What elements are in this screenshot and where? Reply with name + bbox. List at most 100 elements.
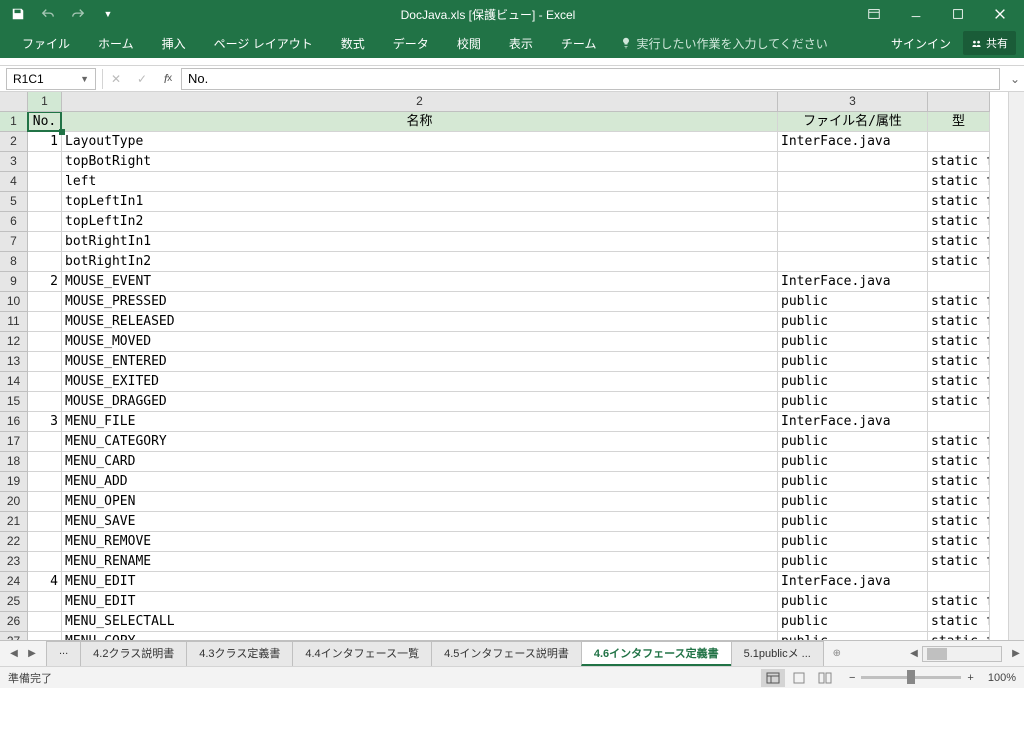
cell[interactable]: topLeftIn2 xyxy=(62,212,778,232)
cell[interactable] xyxy=(778,172,928,192)
cell[interactable] xyxy=(928,572,990,592)
maximize-icon[interactable] xyxy=(938,2,978,26)
cell[interactable] xyxy=(778,152,928,172)
column-headers[interactable]: 123 xyxy=(28,92,990,112)
cell[interactable]: MENU_SELECTALL xyxy=(62,612,778,632)
cell[interactable]: MOUSE_ENTERED xyxy=(62,352,778,372)
ribbon-tab[interactable]: ファイル xyxy=(8,35,84,52)
cell[interactable]: InterFace.java xyxy=(778,132,928,152)
row-header[interactable]: 27 xyxy=(0,632,27,640)
zoom-in-icon[interactable]: + xyxy=(967,672,973,684)
cell[interactable] xyxy=(28,152,62,172)
row-header[interactable]: 6 xyxy=(0,212,27,232)
row-header[interactable]: 2 xyxy=(0,132,27,152)
cell[interactable] xyxy=(28,632,62,640)
expand-formula-icon[interactable]: ⌄ xyxy=(1006,72,1024,86)
cell[interactable]: MENU_COPY xyxy=(62,632,778,640)
view-normal-icon[interactable] xyxy=(761,669,785,687)
cell[interactable]: MENU_REMOVE xyxy=(62,532,778,552)
cell[interactable]: public xyxy=(778,632,928,640)
cell[interactable] xyxy=(778,192,928,212)
view-page-layout-icon[interactable] xyxy=(787,669,811,687)
cell[interactable] xyxy=(28,352,62,372)
cell[interactable] xyxy=(28,612,62,632)
cell[interactable]: public xyxy=(778,392,928,412)
sheet-tab[interactable]: 4.3クラス定義書 xyxy=(186,641,293,666)
cell[interactable]: public xyxy=(778,592,928,612)
horizontal-scrollbar[interactable] xyxy=(922,646,1002,662)
row-header[interactable]: 18 xyxy=(0,452,27,472)
cell[interactable] xyxy=(28,512,62,532)
cell[interactable]: static f xyxy=(928,512,990,532)
cell[interactable]: public xyxy=(778,432,928,452)
ribbon-tab[interactable]: ページ レイアウト xyxy=(200,35,327,52)
vertical-scrollbar[interactable] xyxy=(1008,92,1024,640)
redo-icon[interactable] xyxy=(64,2,92,26)
header-cell[interactable]: 型 xyxy=(928,112,990,132)
cell[interactable] xyxy=(28,332,62,352)
row-header[interactable]: 16 xyxy=(0,412,27,432)
cell[interactable]: MENU_EDIT xyxy=(62,572,778,592)
cell[interactable]: MENU_ADD xyxy=(62,472,778,492)
cell[interactable]: public xyxy=(778,312,928,332)
cell[interactable]: MOUSE_PRESSED xyxy=(62,292,778,312)
cell[interactable] xyxy=(28,192,62,212)
cell[interactable]: static f xyxy=(928,452,990,472)
column-header[interactable] xyxy=(928,92,990,111)
cell[interactable]: static f xyxy=(928,312,990,332)
cell[interactable]: public xyxy=(778,512,928,532)
cell[interactable]: static f xyxy=(928,292,990,312)
undo-icon[interactable] xyxy=(34,2,62,26)
row-header[interactable]: 11 xyxy=(0,312,27,332)
column-header[interactable]: 1 xyxy=(28,92,62,111)
cell[interactable]: static f xyxy=(928,612,990,632)
cell[interactable]: 3 xyxy=(28,412,62,432)
row-header[interactable]: 5 xyxy=(0,192,27,212)
cell[interactable]: MENU_CARD xyxy=(62,452,778,472)
cell[interactable]: public xyxy=(778,492,928,512)
ribbon-tab[interactable]: ホーム xyxy=(84,35,148,52)
cell[interactable]: 2 xyxy=(28,272,62,292)
cell[interactable]: LayoutType xyxy=(62,132,778,152)
row-header[interactable]: 26 xyxy=(0,612,27,632)
ribbon-options-icon[interactable] xyxy=(854,2,894,26)
cell[interactable]: InterFace.java xyxy=(778,572,928,592)
ribbon-tab[interactable]: データ xyxy=(379,35,443,52)
cell[interactable]: MOUSE_MOVED xyxy=(62,332,778,352)
cell[interactable]: static f xyxy=(928,152,990,172)
cell[interactable]: topBotRight xyxy=(62,152,778,172)
cell[interactable]: static f xyxy=(928,252,990,272)
row-header[interactable]: 25 xyxy=(0,592,27,612)
column-header[interactable]: 2 xyxy=(62,92,778,111)
close-icon[interactable] xyxy=(980,2,1020,26)
ribbon-tab[interactable]: チーム xyxy=(547,35,611,52)
cell[interactable] xyxy=(28,432,62,452)
cell[interactable] xyxy=(778,212,928,232)
cell[interactable]: 1 xyxy=(28,132,62,152)
header-cell[interactable]: No. xyxy=(28,112,62,132)
cell[interactable] xyxy=(28,292,62,312)
tab-nav-prev-icon[interactable]: ◀ xyxy=(6,645,22,663)
sheet-tab[interactable]: 4.6インタフェース定義書 xyxy=(581,641,732,666)
tell-me-box[interactable]: 実行したい作業を入力してください xyxy=(610,35,837,52)
cell[interactable]: static f xyxy=(928,232,990,252)
cell[interactable]: static f xyxy=(928,372,990,392)
row-header[interactable]: 12 xyxy=(0,332,27,352)
cell[interactable]: MOUSE_EVENT xyxy=(62,272,778,292)
row-header[interactable]: 21 xyxy=(0,512,27,532)
row-header[interactable]: 7 xyxy=(0,232,27,252)
new-sheet-icon[interactable]: ⊕ xyxy=(829,645,845,663)
chevron-down-icon[interactable]: ▼ xyxy=(80,74,89,84)
cell[interactable]: botRightIn2 xyxy=(62,252,778,272)
cell[interactable]: public xyxy=(778,292,928,312)
cell[interactable]: MENU_SAVE xyxy=(62,512,778,532)
qat-dropdown-icon[interactable]: ▼ xyxy=(94,2,122,26)
cell[interactable]: public xyxy=(778,552,928,572)
cell[interactable] xyxy=(28,452,62,472)
cell[interactable]: MOUSE_DRAGGED xyxy=(62,392,778,412)
zoom-slider[interactable] xyxy=(861,676,961,679)
cell[interactable] xyxy=(28,392,62,412)
cell[interactable] xyxy=(28,312,62,332)
cell[interactable]: topLeftIn1 xyxy=(62,192,778,212)
view-page-break-icon[interactable] xyxy=(813,669,837,687)
